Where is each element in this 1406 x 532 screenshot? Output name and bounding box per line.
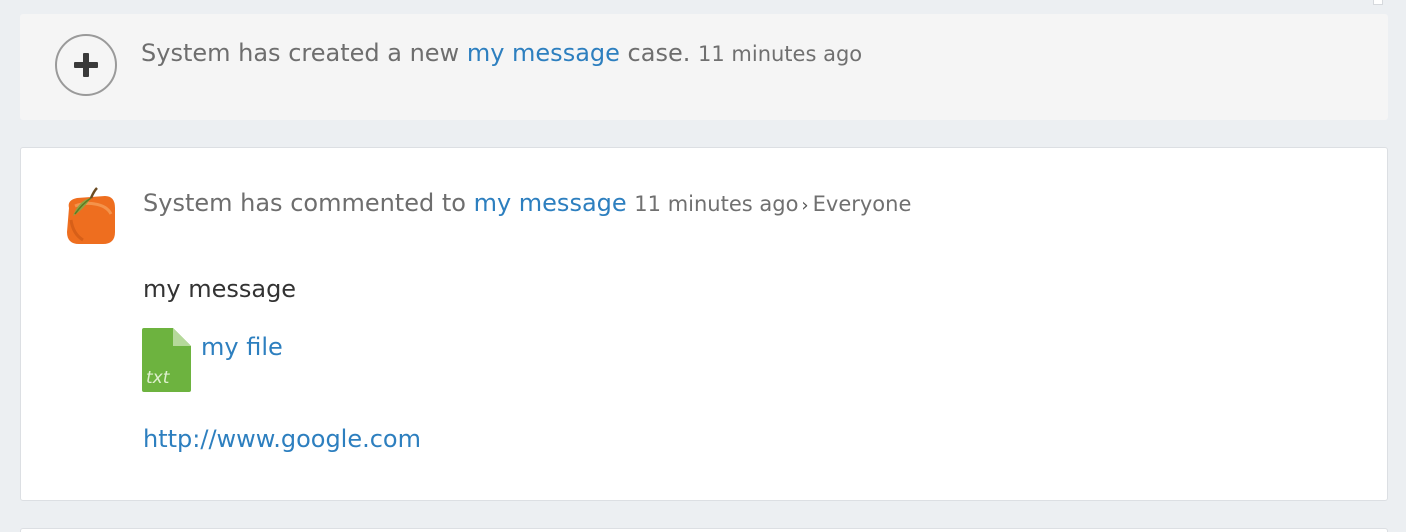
case-link[interactable]: my message (467, 39, 620, 67)
url-link[interactable]: http://www.google.com (143, 424, 421, 454)
activity-comment: System has commented to my message 11 mi… (20, 147, 1388, 501)
avatar[interactable] (61, 186, 119, 248)
activity-stream: System has created a new my message case… (0, 0, 1406, 532)
case-link[interactable]: my message (474, 189, 627, 217)
activity-verb: has commented to (240, 189, 466, 217)
plus-icon (74, 53, 98, 77)
next-activity-card (20, 528, 1388, 532)
txt-file-icon[interactable]: txt (142, 328, 191, 392)
comment-message: my message (143, 275, 297, 303)
file-type-label: txt (146, 368, 171, 388)
plus-circle-icon (55, 34, 117, 96)
activity-created-case: System has created a new my message case… (20, 14, 1388, 120)
audience-label[interactable]: Everyone (813, 192, 912, 216)
actor-name: System (141, 39, 231, 67)
activity-line: System has created a new my message case… (141, 38, 862, 69)
activity-verb: has created a new (238, 39, 460, 67)
scrollbar-thumb[interactable] (1373, 0, 1383, 5)
attachment-link[interactable]: my file (201, 332, 283, 362)
chevron-right-icon: › (801, 195, 809, 216)
activity-suffix: case. (627, 39, 691, 67)
actor-name: System (143, 189, 233, 217)
timestamp: 11 minutes ago (634, 192, 799, 216)
timestamp: 11 minutes ago (698, 42, 863, 66)
activity-line: System has commented to my message 11 mi… (143, 188, 911, 221)
